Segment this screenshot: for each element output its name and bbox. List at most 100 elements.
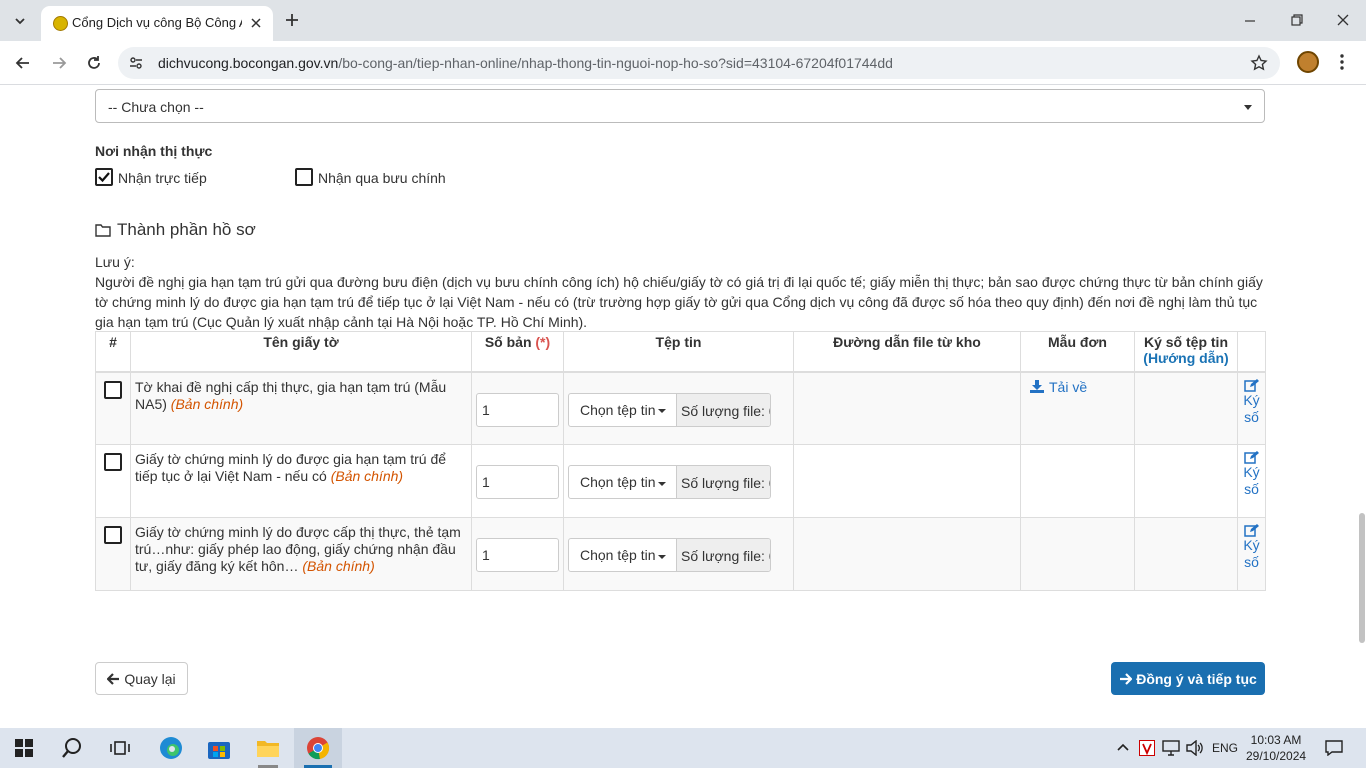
download-icon	[1030, 380, 1044, 393]
choose-file-button[interactable]: Chọn tệp tin	[569, 539, 677, 571]
sign-file-cell	[1134, 517, 1238, 591]
col-name: Tên giấy tờ	[130, 331, 472, 373]
choose-file-button[interactable]: Chọn tệp tin	[569, 466, 677, 498]
window-close-button[interactable]	[1336, 13, 1350, 27]
dropdown-select[interactable]: -- Chưa chọn --	[95, 89, 1265, 123]
folder-icon	[257, 741, 279, 757]
copies-input[interactable]: 1	[476, 465, 559, 499]
file-path-cell	[793, 371, 1021, 445]
sign-label: Ký	[1243, 391, 1260, 408]
sign-link[interactable]: Ký số	[1238, 373, 1265, 426]
site-info-icon[interactable]	[128, 55, 144, 71]
visa-receive-title: Nơi nhận thị thực	[95, 143, 213, 159]
chevron-down-icon	[15, 18, 25, 25]
col-sign-label: Ký số tệp tin	[1143, 334, 1228, 350]
file-picker[interactable]: Chọn tệp tin Số lượng file: 0	[568, 465, 771, 499]
bookmark-star-icon[interactable]	[1250, 54, 1268, 72]
download-link[interactable]: Tải về	[1030, 379, 1134, 395]
note-block: Lưu ý: Người đề nghị gia hạn tạm trú gửi…	[95, 252, 1265, 332]
note-text: Người đề nghị gia hạn tạm trú gửi qua đư…	[95, 274, 1263, 330]
plus-icon	[286, 14, 298, 26]
sign-link[interactable]: Ký số	[1238, 518, 1265, 571]
sign-guide-link[interactable]: (Hướng dẫn)	[1137, 350, 1235, 366]
site-favicon-icon	[53, 16, 68, 31]
minimize-icon	[1245, 20, 1255, 22]
file-count: Số lượng file: 0	[677, 539, 770, 571]
window-minimize-button[interactable]	[1243, 14, 1257, 28]
file-picker[interactable]: Chọn tệp tin Số lượng file: 0	[568, 392, 771, 427]
section-title-text: Thành phần hồ sơ	[117, 220, 256, 239]
reload-button[interactable]	[84, 53, 104, 73]
browser-menu-button[interactable]	[1340, 53, 1344, 71]
chrome-icon	[307, 737, 330, 760]
browser-tab[interactable]: Cổng Dịch vụ công Bộ Công An	[41, 6, 273, 41]
col-copies-label: Số bản	[484, 334, 532, 350]
select-value: -- Chưa chọn --	[108, 99, 204, 115]
browser-toolbar: dichvucong.bocongan.gov.vn/bo-cong-an/ti…	[0, 41, 1366, 85]
task-view-button[interactable]	[96, 728, 144, 768]
checkbox-receive-post[interactable]	[295, 168, 313, 186]
volume-button[interactable]	[1186, 740, 1204, 756]
store-app[interactable]	[195, 728, 243, 768]
start-button[interactable]	[0, 728, 48, 768]
row-checkbox[interactable]	[104, 526, 122, 544]
continue-label: Đồng ý và tiếp tục	[1136, 670, 1257, 687]
notification-center-button[interactable]	[1325, 740, 1343, 756]
back-nav-button[interactable]	[13, 53, 33, 73]
url-path: /bo-cong-an/tiep-nhan-online/nhap-thong-…	[338, 55, 893, 71]
tab-close-button[interactable]	[247, 14, 265, 32]
choose-file-label: Chọn tệp tin	[580, 474, 656, 490]
caret-down-icon	[657, 481, 666, 486]
edge-app[interactable]	[147, 728, 195, 768]
windows-taskbar: ENG 10:03 AM 29/10/2024	[0, 728, 1366, 768]
col-file: Tệp tin	[563, 331, 794, 373]
template-cell	[1020, 517, 1135, 591]
file-picker[interactable]: Chọn tệp tin Số lượng file: 0	[568, 538, 771, 572]
sign-link[interactable]: Ký số	[1238, 445, 1265, 498]
col-sign: Ký số tệp tin (Hướng dẫn)	[1134, 331, 1238, 373]
sign-label: số	[1244, 481, 1259, 497]
page-scrollbar[interactable]	[1358, 86, 1366, 728]
tab-search-button[interactable]	[7, 8, 33, 34]
arrow-right-icon	[1120, 672, 1133, 685]
table-header-row: # Tên giấy tờ Số bản (*) Tệp tin Đường d…	[95, 331, 1266, 373]
window-restore-button[interactable]	[1290, 13, 1304, 27]
search-button[interactable]	[48, 728, 96, 768]
checkmark-icon	[98, 172, 110, 183]
url-host: dichvucong.bocongan.gov.vn	[158, 55, 339, 71]
tab-title: Cổng Dịch vụ công Bộ Công An	[72, 15, 242, 30]
windows-logo-icon	[15, 739, 33, 757]
choose-file-button[interactable]: Chọn tệp tin	[569, 393, 677, 426]
forward-nav-button[interactable]	[49, 53, 69, 73]
system-clock[interactable]: 10:03 AM 29/10/2024	[1246, 732, 1306, 764]
kebab-menu-icon	[1340, 54, 1344, 70]
address-bar[interactable]: dichvucong.bocongan.gov.vn/bo-cong-an/ti…	[118, 47, 1280, 79]
copies-input[interactable]: 1	[476, 392, 559, 427]
tray-app-icon[interactable]	[1139, 740, 1155, 756]
file-explorer-app[interactable]	[244, 728, 292, 768]
scrollbar-thumb[interactable]	[1359, 513, 1365, 643]
chrome-app[interactable]	[294, 728, 342, 768]
sign-file-cell	[1134, 444, 1238, 518]
new-tab-button[interactable]	[283, 11, 301, 29]
checkbox-label: Nhận qua bưu chính	[318, 170, 446, 186]
copies-input[interactable]: 1	[476, 538, 559, 572]
speaker-icon	[1186, 740, 1203, 756]
back-button[interactable]: Quay lại	[95, 662, 188, 695]
documents-table: # Tên giấy tờ Số bản (*) Tệp tin Đường d…	[95, 331, 1266, 591]
profile-avatar[interactable]	[1297, 51, 1319, 73]
table-row: Tờ khai đề nghị cấp thị thực, gia hạn tạ…	[95, 371, 1266, 445]
reload-icon	[88, 56, 100, 69]
doc-type: (Bản chính)	[302, 558, 375, 574]
network-button[interactable]	[1162, 740, 1180, 756]
choose-file-label: Chọn tệp tin	[580, 401, 656, 418]
col-path: Đường dẫn file từ kho	[793, 331, 1021, 373]
show-hidden-icons-button[interactable]	[1116, 740, 1130, 754]
agree-continue-button[interactable]: Đồng ý và tiếp tục	[1111, 662, 1265, 695]
section-title: Thành phần hồ sơ	[95, 220, 256, 240]
row-checkbox[interactable]	[104, 380, 122, 399]
row-checkbox[interactable]	[104, 453, 122, 471]
input-language[interactable]: ENG	[1212, 741, 1238, 755]
checkbox-receive-direct[interactable]	[95, 168, 113, 186]
doc-name-cell: Giấy tờ chứng minh lý do được gia hạn tạ…	[130, 444, 472, 518]
